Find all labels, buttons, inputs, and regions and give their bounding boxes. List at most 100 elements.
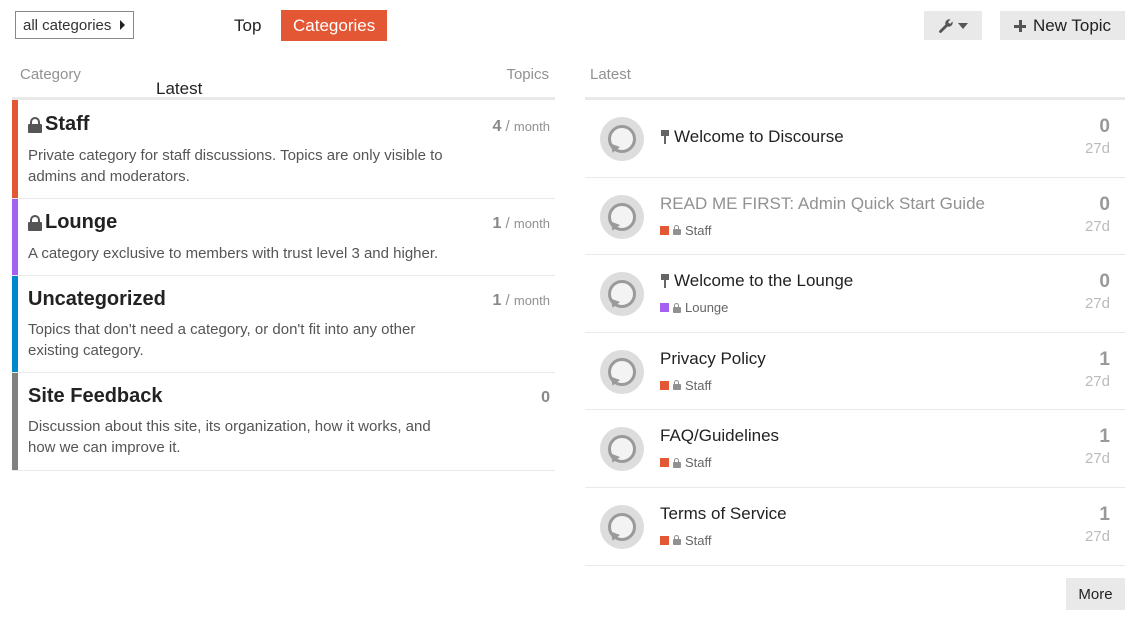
reply-count[interactable]: 1 [1099, 349, 1110, 371]
category-color-bar [12, 199, 18, 275]
lock-icon [673, 457, 681, 468]
category-color-square [660, 535, 669, 545]
category-name-lounge[interactable]: Lounge [28, 211, 117, 234]
topic-age[interactable]: 27d [1085, 450, 1110, 467]
avatar[interactable] [600, 427, 644, 472]
topic-title-text: Welcome to the Lounge [674, 271, 854, 291]
avatar[interactable] [600, 117, 644, 161]
topic-count-period: month [513, 216, 550, 231]
category-color-square [660, 303, 669, 313]
topic-row[interactable]: READ ME FIRST: Admin Quick Start Guide S… [585, 178, 1125, 256]
topic-row[interactable]: Privacy Policy Staff 1 27d [585, 333, 1125, 411]
reply-count[interactable]: 0 [1099, 194, 1110, 216]
new-topic-label: New Topic [1032, 15, 1112, 35]
new-topic-button[interactable]: New Topic [1000, 11, 1125, 40]
avatar[interactable] [600, 349, 644, 394]
topic-count-period: month [513, 293, 550, 308]
category-color-square [660, 380, 669, 390]
topic-count-sep: / [505, 118, 510, 135]
topic-count-period: month [513, 119, 550, 134]
topic-title[interactable]: READ ME FIRST: Admin Quick Start Guide [660, 194, 985, 214]
plus-icon [1013, 19, 1026, 32]
lock-icon [28, 116, 42, 133]
topic-row[interactable]: Terms of Service Staff 1 27d [585, 488, 1125, 566]
tab-categories[interactable]: Categories [281, 10, 388, 41]
navigation-bar: all categories Latest Top Categories New… [15, 10, 1125, 98]
topic-category-badge[interactable]: Staff [660, 223, 712, 238]
topic-title[interactable]: FAQ/Guidelines [660, 426, 779, 446]
more-button[interactable]: More [1066, 578, 1125, 610]
category-row-site-feedback[interactable]: Site Feedback Discussion about this site… [12, 373, 555, 471]
category-description: Private category for staff discussions. … [28, 147, 443, 185]
category-name-text: Staff [45, 113, 90, 135]
topic-category-name: Staff [685, 532, 712, 548]
latest-header-label: Latest [590, 66, 631, 83]
topic-row[interactable]: Welcome to Discourse 0 27d [585, 100, 1125, 178]
topic-category-name: Staff [685, 222, 712, 238]
header-topics[interactable]: Topics [506, 66, 549, 83]
topic-count: 1 / month [492, 215, 550, 233]
category-row-uncategorized[interactable]: Uncategorized Topics that don't need a c… [12, 276, 555, 373]
topic-age[interactable]: 27d [1085, 218, 1110, 235]
topic-count-sep: / [505, 215, 510, 232]
topic-count-value: 4 [492, 118, 502, 135]
topic-category-name: Staff [685, 377, 712, 393]
category-description: Discussion about this site, its organiza… [28, 418, 431, 456]
topic-title[interactable]: Terms of Service [660, 504, 787, 524]
topic-category-badge[interactable]: Staff [660, 455, 712, 470]
category-color-square [660, 458, 669, 468]
reply-count[interactable]: 1 [1099, 504, 1110, 526]
wrench-icon [939, 18, 953, 33]
topic-age[interactable]: 27d [1085, 528, 1110, 545]
reply-count[interactable]: 0 [1099, 116, 1110, 138]
header-category[interactable]: Category [20, 66, 81, 83]
topic-age[interactable]: 27d [1085, 295, 1110, 312]
topic-title-text: Welcome to Discourse [674, 127, 844, 146]
avatar[interactable] [600, 504, 644, 549]
category-row-staff[interactable]: Staff Private category for staff discuss… [12, 100, 555, 199]
category-color-bar [12, 373, 18, 470]
admin-tools-button[interactable] [924, 11, 982, 40]
topic-category-badge[interactable]: Lounge [660, 300, 728, 315]
category-name-uncategorized[interactable]: Uncategorized [28, 288, 166, 311]
topic-category-name: Staff [685, 455, 712, 471]
tab-top[interactable]: Top [222, 10, 273, 41]
reply-count[interactable]: 1 [1099, 426, 1110, 448]
topic-title[interactable]: Welcome to Discourse [660, 127, 844, 147]
topic-category-badge[interactable]: Staff [660, 378, 712, 393]
category-dropdown-label: all categories [23, 16, 112, 34]
pin-icon [660, 130, 670, 144]
category-dropdown[interactable]: all categories [15, 11, 134, 39]
lock-icon [28, 214, 42, 231]
category-color-bar [12, 276, 18, 372]
category-name-staff[interactable]: Staff [28, 113, 89, 136]
topic-count: 4 / month [492, 118, 550, 136]
caret-right-icon [120, 20, 126, 30]
avatar[interactable] [600, 272, 644, 317]
topic-age[interactable]: 27d [1085, 373, 1110, 390]
pin-icon [660, 274, 670, 289]
topic-count-value: 0 [541, 389, 550, 406]
category-row-lounge[interactable]: Lounge A category exclusive to members w… [12, 199, 555, 276]
category-color-bar [12, 100, 18, 198]
topic-row[interactable]: Welcome to the Lounge Lounge 0 27d [585, 255, 1125, 333]
latest-header: Latest [585, 63, 1125, 100]
lock-icon [673, 302, 681, 313]
topic-title[interactable]: Welcome to the Lounge [660, 271, 853, 291]
caret-down-icon [958, 22, 968, 29]
lock-icon [673, 535, 681, 546]
topic-title[interactable]: Privacy Policy [660, 349, 766, 369]
category-description: Topics that don't need a category, or do… [28, 321, 416, 359]
reply-count[interactable]: 0 [1099, 271, 1110, 293]
latest-topics-list: Latest Welcome to Discourse 0 27d READ M… [585, 63, 1125, 566]
avatar[interactable] [600, 194, 644, 239]
topic-category-badge[interactable]: Staff [660, 533, 712, 548]
category-color-square [660, 225, 669, 235]
topic-age[interactable]: 27d [1085, 140, 1110, 157]
categories-table-header: Category Topics [12, 63, 555, 100]
category-name-site-feedback[interactable]: Site Feedback [28, 385, 163, 408]
lock-icon [673, 225, 681, 236]
topic-row[interactable]: FAQ/Guidelines Staff 1 27d [585, 410, 1125, 488]
topic-count: 1 / month [492, 292, 550, 310]
topic-count-value: 1 [492, 292, 502, 309]
